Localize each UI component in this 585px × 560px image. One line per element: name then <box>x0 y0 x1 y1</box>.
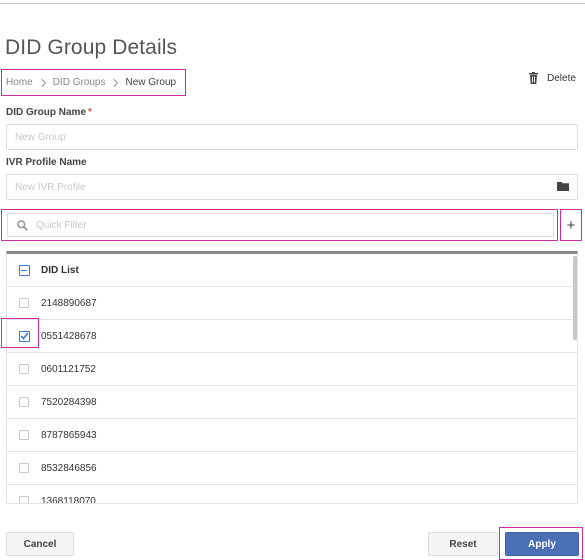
row-checkbox[interactable] <box>19 430 29 440</box>
row-checkbox-cell <box>7 364 41 374</box>
reset-button[interactable]: Reset <box>428 532 498 556</box>
row-checkbox[interactable] <box>19 364 29 374</box>
table-row[interactable]: 7520284398 <box>7 386 577 419</box>
table-row[interactable]: 2148890687 <box>7 287 577 320</box>
plus-icon: + <box>566 216 576 234</box>
page-title: DID Group Details <box>5 36 178 59</box>
breadcrumb-current: New Group <box>125 77 177 88</box>
did-number: 8532846856 <box>41 462 97 474</box>
table-row[interactable]: 0551428678 <box>7 320 577 353</box>
row-checkbox[interactable] <box>19 298 29 308</box>
folder-icon[interactable] <box>557 181 569 191</box>
cancel-button[interactable]: Cancel <box>6 532 74 556</box>
row-checkbox[interactable] <box>19 397 29 407</box>
group-name-label: DID Group Name * <box>6 107 92 118</box>
did-number: 7520284398 <box>41 396 97 408</box>
row-checkbox-cell <box>7 463 41 473</box>
table-body: 2148890687 0551428678 0601121752 7520284398… <box>7 287 577 504</box>
did-number: 8787865943 <box>41 429 97 441</box>
quick-filter-container <box>1 209 558 241</box>
chevron-right-icon <box>110 78 119 87</box>
row-checkbox-cell <box>7 430 41 440</box>
table-row[interactable]: 8787865943 <box>7 419 577 452</box>
quick-filter-input[interactable] <box>7 213 554 237</box>
row-checkbox[interactable] <box>19 463 29 473</box>
row-checkbox-cell <box>7 397 41 407</box>
table-scrollbar[interactable] <box>573 256 577 340</box>
select-all-checkbox[interactable] <box>18 264 30 276</box>
row-checkbox-cell <box>7 298 41 308</box>
did-number: 2148890687 <box>41 297 97 309</box>
breadcrumb: Home DID Groups New Group <box>1 69 186 96</box>
table-row[interactable]: 8532846856 <box>7 452 577 485</box>
required-mark: * <box>88 107 92 118</box>
row-checkbox[interactable] <box>19 496 29 503</box>
add-did-button[interactable]: + <box>560 209 582 241</box>
chevron-right-icon <box>37 78 46 87</box>
did-number: 0601121752 <box>41 363 96 375</box>
apply-button[interactable]: Apply <box>505 532 579 556</box>
ivr-profile-label: IVR Profile Name <box>6 157 87 168</box>
breadcrumb-home[interactable]: Home <box>6 77 33 88</box>
group-name-input[interactable] <box>6 124 578 150</box>
breadcrumb-did-groups[interactable]: DID Groups <box>53 77 106 88</box>
top-divider <box>0 3 585 4</box>
did-number: 0551428678 <box>41 330 97 342</box>
search-icon <box>17 220 28 231</box>
table-header: DID List <box>7 254 577 287</box>
group-name-label-text: DID Group Name <box>6 107 87 118</box>
select-all-cell <box>7 264 41 276</box>
delete-label: Delete <box>547 72 576 84</box>
trash-icon <box>529 72 538 84</box>
ivr-profile-input[interactable] <box>6 174 578 200</box>
did-number: 1368118070 <box>41 495 96 504</box>
delete-button[interactable]: Delete <box>529 72 576 84</box>
column-header-did-list: DID List <box>41 264 79 276</box>
selected-checkbox-highlight <box>1 318 39 348</box>
table-row[interactable]: 0601121752 <box>7 353 577 386</box>
table-row[interactable]: 1368118070 <box>7 485 577 504</box>
did-list-table: DID List 2148890687 0551428678 0601121752 7… <box>6 251 578 504</box>
minus-icon <box>21 269 27 271</box>
row-checkbox-cell <box>7 496 41 503</box>
